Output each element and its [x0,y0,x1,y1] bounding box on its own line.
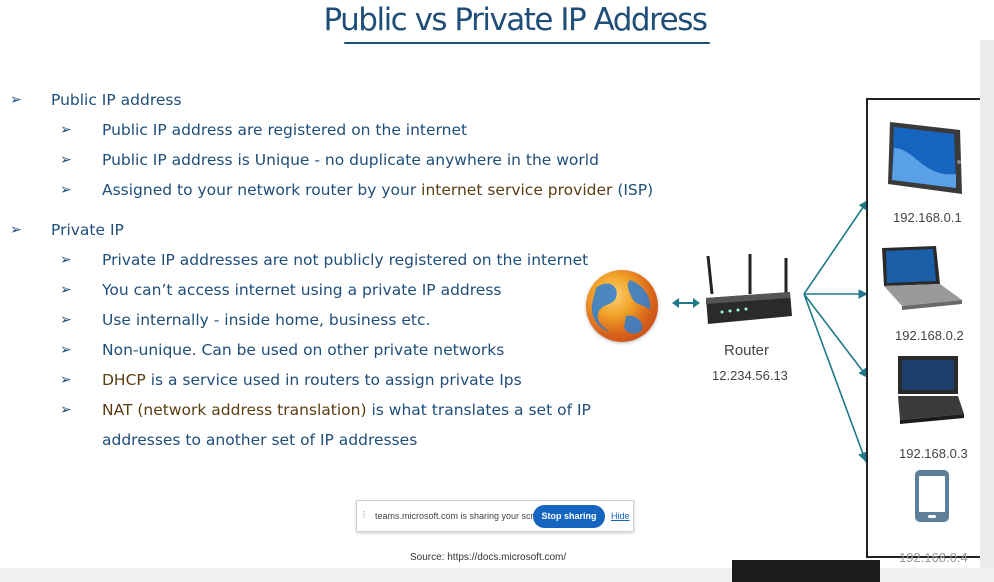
bullet-arrow-icon: ➢ [60,252,72,268]
bullet-arrow-icon: ➢ [60,312,72,328]
tablet-icon [888,122,962,194]
bullet-arrow-icon: ➢ [10,222,22,238]
slide-title: Public vs Private IP Address [323,2,708,38]
bidirectional-arrow-icon [672,298,700,308]
bullet-private-6-continued: addresses to another set of IP addresses [102,431,418,449]
bullet-private-5: DHCP is a service used in routers to ass… [102,371,522,389]
bullet-public-2: Public IP address is Unique - no duplica… [102,151,599,169]
share-message: teams.microsoft.com is sharing your scre… [375,511,552,521]
bullet-arrow-icon: ➢ [60,152,72,168]
source-caption: Source: https://docs.microsoft.com/ [410,552,567,563]
smartphone-icon [915,470,949,522]
bullet-arrow-icon: ➢ [60,402,72,418]
bullet-arrow-icon: ➢ [60,182,72,198]
bullet-arrow-icon: ➢ [10,92,22,108]
section-heading-public: Public IP address [51,91,182,109]
bullet-private-6: NAT (network address translation) is wha… [102,401,591,419]
title-underline [344,42,710,44]
router-icon [706,254,792,324]
bullet-private-1: Private IP addresses are not publicly re… [102,251,589,269]
bullet-arrow-icon: ➢ [60,122,72,138]
screen-share-bar: ⦙ teams.microsoft.com is sharing your sc… [356,500,634,532]
device-ip-1: 192.168.0.1 [893,210,962,225]
right-edge-shade [980,40,994,568]
dark-block [732,560,880,582]
stop-sharing-button[interactable]: Stop sharing [533,505,605,528]
router-label: Router [724,342,770,359]
globe-icon [586,270,658,342]
device-ip-2: 192.168.0.2 [895,328,964,343]
bullet-public-3: Assigned to your network router by your … [102,181,654,199]
laptop-icon [898,356,964,424]
section-heading-private: Private IP [51,221,124,239]
bullet-arrow-icon: ➢ [60,282,72,298]
bullet-public-1: Public IP address are registered on the … [102,121,468,139]
hide-link[interactable]: Hide [611,511,630,521]
bullet-private-3: Use internally - inside home, business e… [102,311,431,329]
drag-handle-icon[interactable]: ⦙ [363,510,365,521]
laptop-icon [882,246,962,310]
device-ip-3: 192.168.0.3 [899,446,968,461]
bullet-arrow-icon: ➢ [60,372,72,388]
bullet-private-4: Non-unique. Can be used on other private… [102,341,505,359]
bullet-private-2: You can’t access internet using a privat… [102,281,502,299]
bullet-arrow-icon: ➢ [60,342,72,358]
connection-arrows [803,199,869,463]
device-ip-4: 192.168.0.4 [899,550,968,565]
router-ip: 12.234.56.13 [712,368,788,383]
